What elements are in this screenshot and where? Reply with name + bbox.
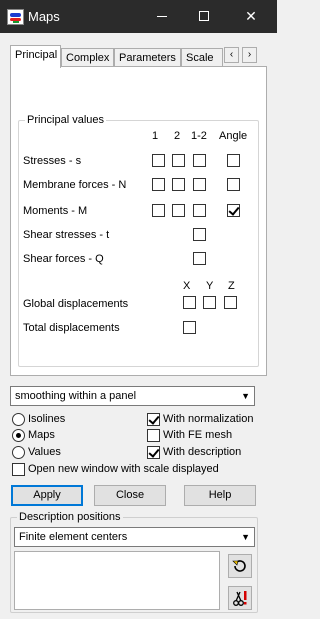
tab-strip: Principal Complex Parameters Scale ‹ › (10, 45, 266, 68)
col-header-z: Z (228, 280, 235, 292)
tab-complex[interactable]: Complex (61, 48, 114, 67)
global-displacement-y-checkbox[interactable] (203, 296, 216, 309)
shear-forces-1-2-checkbox[interactable] (193, 252, 206, 265)
description-position-select[interactable]: Finite element centers ▼ (14, 527, 255, 547)
smoothing-select[interactable]: smoothing within a panel ▼ (10, 386, 255, 406)
isolines-label: Isolines (28, 413, 66, 425)
refresh-icon (232, 560, 246, 572)
isolines-radio[interactable] (12, 413, 25, 426)
row-label-moments: Moments - M (23, 205, 88, 217)
moments-1-checkbox[interactable] (152, 204, 165, 217)
with-description-checkbox[interactable] (147, 446, 160, 459)
chevron-down-icon: ▼ (241, 391, 250, 401)
moments-angle-checkbox[interactable] (227, 204, 240, 217)
col-header-1-2: 1-2 (191, 130, 207, 142)
global-displacement-x-checkbox[interactable] (183, 296, 196, 309)
total-displacements-label: Total displacements (23, 322, 120, 334)
stresses-1-checkbox[interactable] (152, 154, 165, 167)
apply-button[interactable]: Apply (11, 485, 83, 506)
window-title: Maps (28, 9, 60, 24)
values-label: Values (28, 446, 61, 458)
global-displacement-z-checkbox[interactable] (224, 296, 237, 309)
tab-parameters[interactable]: Parameters (114, 48, 181, 67)
help-button[interactable]: Help (184, 485, 256, 506)
description-positions-list[interactable] (14, 551, 220, 610)
chevron-left-icon: ‹ (229, 49, 234, 60)
description-position-value: Finite element centers (19, 531, 128, 543)
chevron-down-icon: ▼ (241, 532, 250, 542)
smoothing-select-value: smoothing within a panel (15, 390, 137, 402)
col-header-y: Y (206, 280, 214, 292)
with-fe-mesh-checkbox[interactable] (147, 429, 160, 442)
open-new-window-label: Open new window with scale displayed (28, 463, 219, 475)
title-bar: Maps ✕ (0, 0, 277, 33)
row-label-stresses: Stresses - s (23, 155, 82, 167)
col-header-1: 1 (152, 130, 159, 142)
values-radio[interactable] (12, 446, 25, 459)
with-normalization-checkbox[interactable] (147, 413, 160, 426)
tab-scroll-left-button[interactable]: ‹ (224, 47, 239, 63)
close-window-button[interactable]: ✕ (225, 0, 277, 33)
close-icon: ✕ (245, 8, 257, 24)
maximize-button[interactable] (183, 0, 225, 33)
stresses-1-2-checkbox[interactable] (193, 154, 206, 167)
tab-panel-principal: Principal values 1 2 1-2 Angle Stresses … (10, 66, 267, 376)
stresses-angle-checkbox[interactable] (227, 154, 240, 167)
app-icon (7, 9, 24, 25)
minimize-button[interactable] (141, 0, 183, 33)
moments-1-2-checkbox[interactable] (193, 204, 206, 217)
chevron-right-icon: › (247, 49, 252, 60)
global-displacements-label: Global displacements (23, 298, 129, 310)
membrane-1-2-checkbox[interactable] (193, 178, 206, 191)
total-displacements-checkbox[interactable] (183, 321, 196, 334)
col-header-x: X (183, 280, 191, 292)
maps-label: Maps (28, 429, 55, 441)
membrane-1-checkbox[interactable] (152, 178, 165, 191)
row-label-membrane-forces: Membrane forces - N (23, 179, 127, 191)
maps-radio[interactable] (12, 429, 25, 442)
with-description-label: With description (163, 446, 242, 458)
maximize-icon (199, 11, 209, 21)
close-button[interactable]: Close (94, 485, 166, 506)
row-label-shear-forces: Shear forces - Q (23, 253, 104, 265)
membrane-2-checkbox[interactable] (172, 178, 185, 191)
tab-principal[interactable]: Principal (10, 45, 61, 68)
scissors-icon (233, 591, 247, 606)
principal-values-title: Principal values (25, 114, 107, 126)
moments-2-checkbox[interactable] (172, 204, 185, 217)
col-header-2: 2 (174, 130, 181, 142)
membrane-angle-checkbox[interactable] (227, 178, 240, 191)
delete-selection-button[interactable] (228, 586, 252, 610)
shear-stresses-1-2-checkbox[interactable] (193, 228, 206, 241)
with-fe-mesh-label: With FE mesh (163, 429, 233, 441)
refresh-button[interactable] (228, 554, 252, 578)
open-new-window-checkbox[interactable] (12, 463, 25, 476)
col-header-angle: Angle (219, 130, 248, 142)
stresses-2-checkbox[interactable] (172, 154, 185, 167)
minimize-icon (157, 16, 167, 17)
tab-scale[interactable]: Scale (181, 48, 223, 67)
description-positions-title: Description positions (17, 511, 123, 523)
row-label-shear-stresses: Shear stresses - t (23, 229, 110, 241)
tab-scroll-right-button[interactable]: › (242, 47, 257, 63)
with-normalization-label: With normalization (163, 413, 254, 425)
